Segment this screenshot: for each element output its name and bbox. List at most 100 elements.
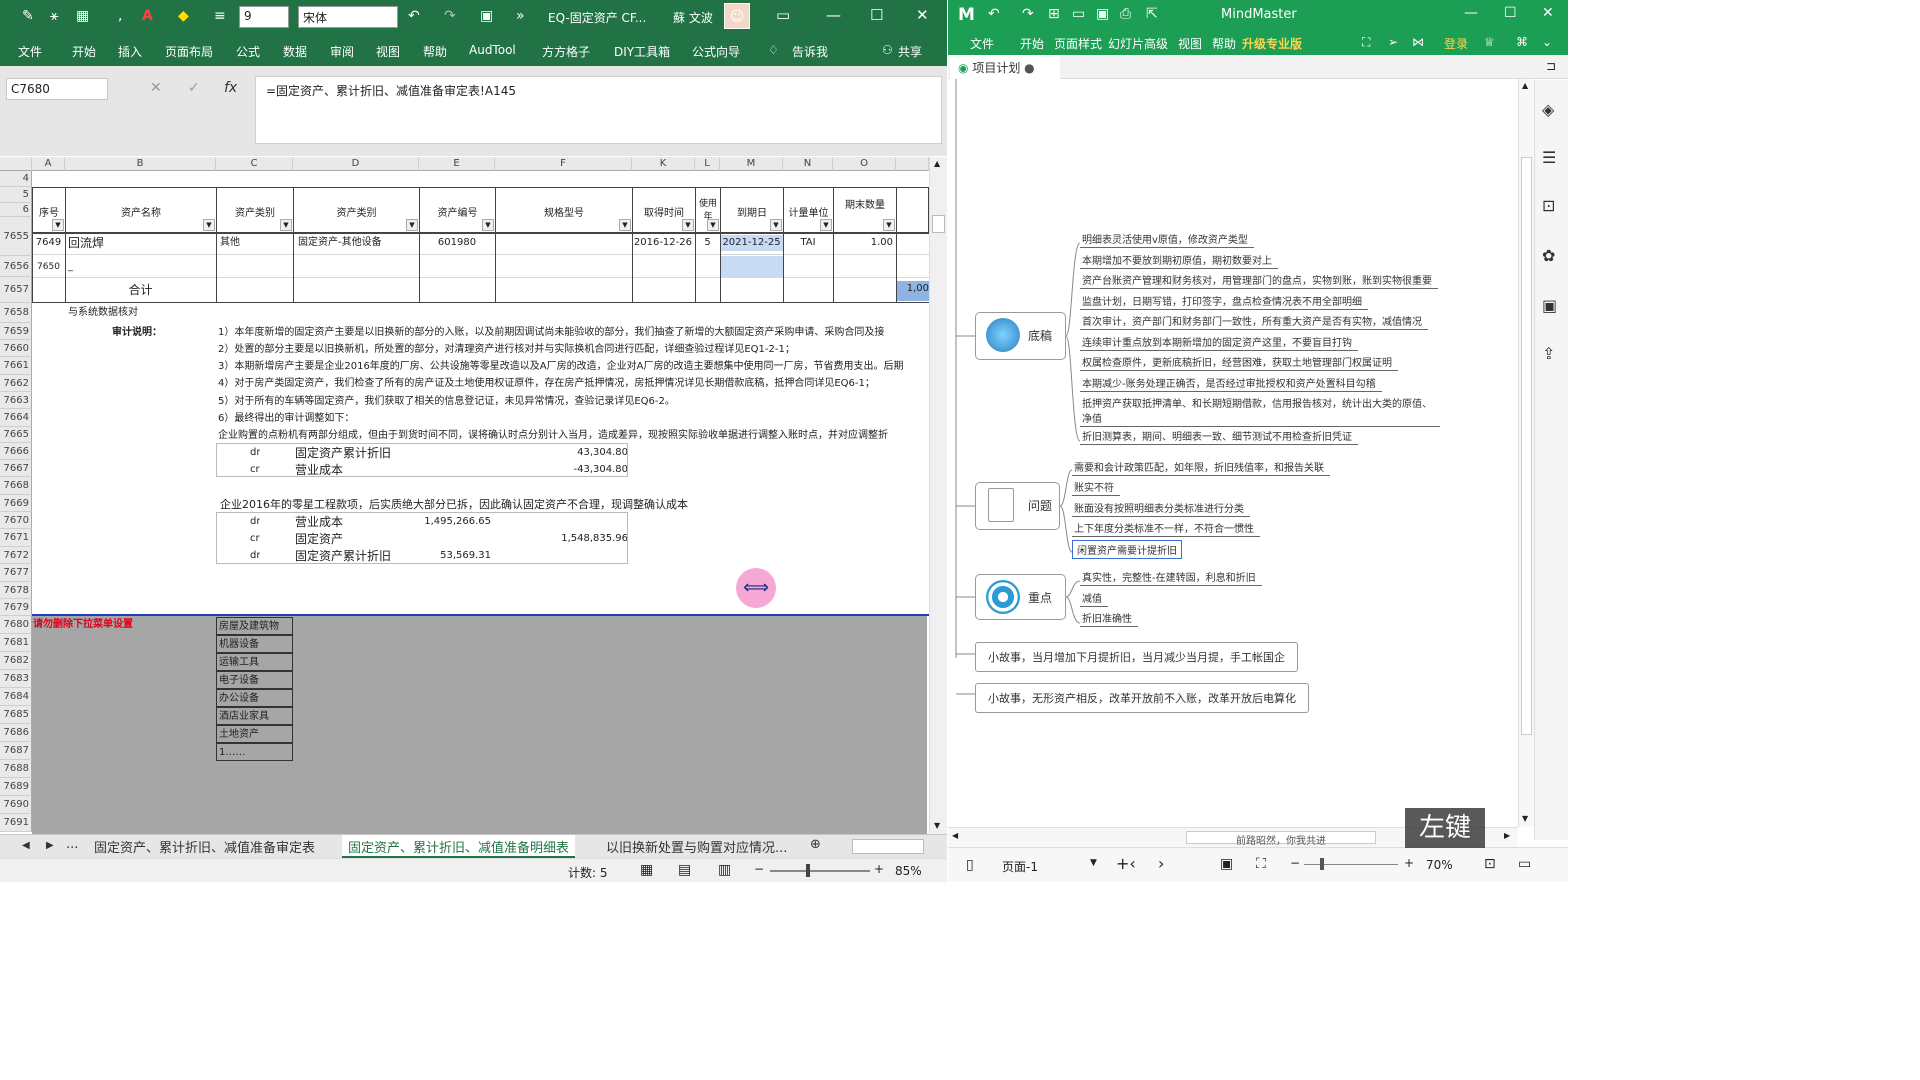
login-button[interactable]: 登录 — [1444, 35, 1468, 52]
page-dropdown-icon[interactable]: ▼ — [1090, 858, 1097, 868]
collapse-icon[interactable]: ⌄ — [1542, 35, 1552, 49]
col-header[interactable]: M — [720, 157, 783, 171]
node-issue[interactable]: 问题 — [975, 482, 1060, 530]
format-icon[interactable]: ◈ — [1542, 100, 1554, 119]
add-page-icon[interactable]: +‹ — [1116, 854, 1136, 873]
warning-text[interactable]: 请勿删除下拉菜单设置 — [33, 617, 133, 633]
zoom-thumb[interactable] — [1320, 858, 1324, 870]
node-key[interactable]: 重点 — [975, 574, 1066, 620]
row-header[interactable]: 7686 — [0, 724, 32, 742]
page-layout-icon[interactable]: ▤ — [678, 862, 691, 878]
borders-icon[interactable]: ▦ — [76, 8, 89, 24]
fullscreen-icon[interactable]: ▭ — [1518, 856, 1531, 872]
cell[interactable]: 回流焊 — [68, 235, 216, 251]
audit-note[interactable]: 企业购置的点粉机有两部分组成，但由于到货时间不同，误将确认时点分别计入当月，造成… — [218, 428, 928, 444]
scroll-thumb[interactable] — [1521, 157, 1532, 735]
row-header[interactable]: 7681 — [0, 634, 32, 652]
export-icon[interactable]: ⇱ — [1146, 6, 1158, 22]
audit-label[interactable]: 审计说明： — [112, 325, 162, 341]
row-header[interactable]: 7665 — [0, 427, 32, 443]
menu-slides[interactable]: 幻灯片 — [1108, 35, 1144, 52]
menu-file[interactable]: 文件 — [970, 35, 994, 52]
col-header[interactable]: E — [419, 157, 495, 171]
col-header[interactable]: B — [65, 157, 216, 171]
fill-color-icon[interactable]: ◆ — [178, 8, 189, 24]
row-header[interactable]: 7690 — [0, 796, 32, 814]
row-header[interactable]: 7678 — [0, 582, 32, 599]
dropdown-option[interactable]: 酒店业家具 — [216, 707, 293, 725]
col-header[interactable]: D — [293, 157, 419, 171]
row-header[interactable]: 7687 — [0, 742, 32, 760]
lightbulb-icon[interactable]: ♢ — [768, 43, 779, 57]
mindmap-canvas[interactable]: 底稿 问题 重点 明细表灵活使用v原值，修改资产类型 本期增加不要放到期初原值，期… — [948, 79, 1518, 827]
screenshot-icon[interactable]: ▣ — [480, 8, 493, 24]
row-header[interactable]: 7691 — [0, 814, 32, 832]
undo-icon[interactable]: ↶ — [988, 6, 1000, 22]
user-name[interactable]: 蘇 文波 — [673, 9, 713, 26]
cell[interactable]: 7650 — [32, 259, 65, 275]
font-size-select[interactable]: 9 — [239, 6, 289, 28]
doc-tab[interactable]: ◉ 项目计划 ● — [950, 55, 1060, 79]
menu-advanced[interactable]: 高级 — [1144, 35, 1168, 52]
redo-icon[interactable]: ↷ — [444, 8, 456, 24]
cell[interactable]: _ — [68, 259, 108, 275]
zoom-slider[interactable] — [770, 870, 870, 872]
tab-file[interactable]: 文件 — [18, 43, 42, 60]
fit-icon[interactable]: ⊡ — [1484, 856, 1496, 872]
tab-view[interactable]: 视图 — [376, 43, 400, 60]
leaf-topic[interactable]: 账面没有按照明细表分类标准进行分类 — [1072, 500, 1250, 517]
col-header[interactable]: O — [833, 157, 896, 171]
leaf-topic[interactable]: 需要和会计政策匹配，如年限，折旧残值率，和报告关联 — [1072, 459, 1330, 476]
row-header[interactable]: 7661 — [0, 357, 32, 375]
row-header[interactable]: 7666 — [0, 443, 32, 460]
dropdown-option[interactable]: 土地资产 — [216, 725, 293, 743]
redo-icon[interactable]: ↷ — [1022, 6, 1034, 22]
enter-icon[interactable]: ✓ — [188, 80, 200, 96]
cell[interactable]: 601980 — [419, 235, 495, 251]
selected-cell[interactable] — [721, 256, 783, 277]
row-header[interactable]: 7669 — [0, 495, 32, 512]
maximize-icon[interactable]: ☐ — [870, 6, 883, 24]
tab-formula-wizard[interactable]: 公式向导 — [692, 43, 740, 60]
pin-icon[interactable]: ⊐ — [1546, 59, 1556, 73]
node-base[interactable]: 底稿 — [975, 312, 1066, 360]
audit-note[interactable]: 1）本年度新增的固定资产主要是以旧换新的部分的入账，以及前期因调试尚未能验收的部… — [218, 325, 928, 341]
filter-dropdown[interactable]: ▼ — [770, 219, 782, 231]
leaf-topic[interactable]: 连续审计重点放到本期新增加的固定资产这里，不要盲目打钩 — [1080, 334, 1358, 351]
leaf-topic[interactable]: 本期减少-账务处理正确否，是否经过审批授权和资产处置科目勾稽 — [1080, 375, 1382, 392]
leaf-topic[interactable]: 抵押资产获取抵押清单、和长期短期借款，信用报告核对，统计出大类的原值、净值 — [1080, 395, 1440, 427]
cell[interactable]: TAI — [783, 235, 833, 251]
minimize-icon[interactable]: — — [826, 6, 841, 24]
share-button[interactable]: 共享 — [898, 43, 922, 60]
export-icon[interactable]: ⇪ — [1542, 344, 1555, 363]
mark-icon[interactable]: ⊡ — [1542, 196, 1555, 215]
menu-view[interactable]: 视图 — [1178, 35, 1202, 52]
row-header[interactable]: 7659 — [0, 323, 32, 340]
leaf-topic[interactable]: 明细表灵活使用v原值，修改资产类型 — [1080, 231, 1254, 248]
audit-note[interactable]: 2）处置的部分主要是以旧换新机，所处置的部分，对清理资产进行核对并与实际换机合同… — [218, 342, 928, 358]
page-select[interactable]: 页面-1 — [1002, 858, 1038, 875]
normal-view-icon[interactable]: ▦ — [640, 862, 653, 878]
format-painter-icon[interactable]: ⚹ — [50, 8, 58, 24]
leaf-topic[interactable]: 上下年度分类标准不一样，不符合一惯性 — [1072, 520, 1260, 537]
page-break-icon[interactable]: ▥ — [718, 862, 731, 878]
tab-page-layout[interactable]: 页面布局 — [165, 43, 213, 60]
cell[interactable]: 1.00 — [833, 235, 893, 251]
filter-dropdown[interactable]: ▼ — [707, 219, 719, 231]
row-header[interactable]: 7679 — [0, 599, 32, 616]
col-header[interactable]: F — [495, 157, 632, 171]
add-sheet-icon[interactable]: ⊕ — [804, 835, 827, 858]
slideshow-icon[interactable]: ▯ — [966, 857, 974, 873]
menu-page-style[interactable]: 页面样式 — [1054, 35, 1102, 52]
touch-mode-icon[interactable]: ✎ — [22, 8, 34, 24]
filter-dropdown[interactable]: ▼ — [52, 219, 64, 231]
function-icon[interactable]: fx — [224, 80, 237, 96]
row-header[interactable]: 7670 — [0, 512, 32, 529]
filter-dropdown[interactable]: ▼ — [406, 219, 418, 231]
tab-review[interactable]: 审阅 — [330, 43, 354, 60]
row-header[interactable]: 7662 — [0, 375, 32, 392]
dropdown-option[interactable]: 1…… — [216, 743, 293, 761]
leaf-topic[interactable]: 账实不符 — [1072, 479, 1120, 497]
check-label[interactable]: 与系统数据核对 — [68, 305, 138, 321]
dropdown-option[interactable]: 电子设备 — [216, 671, 293, 689]
